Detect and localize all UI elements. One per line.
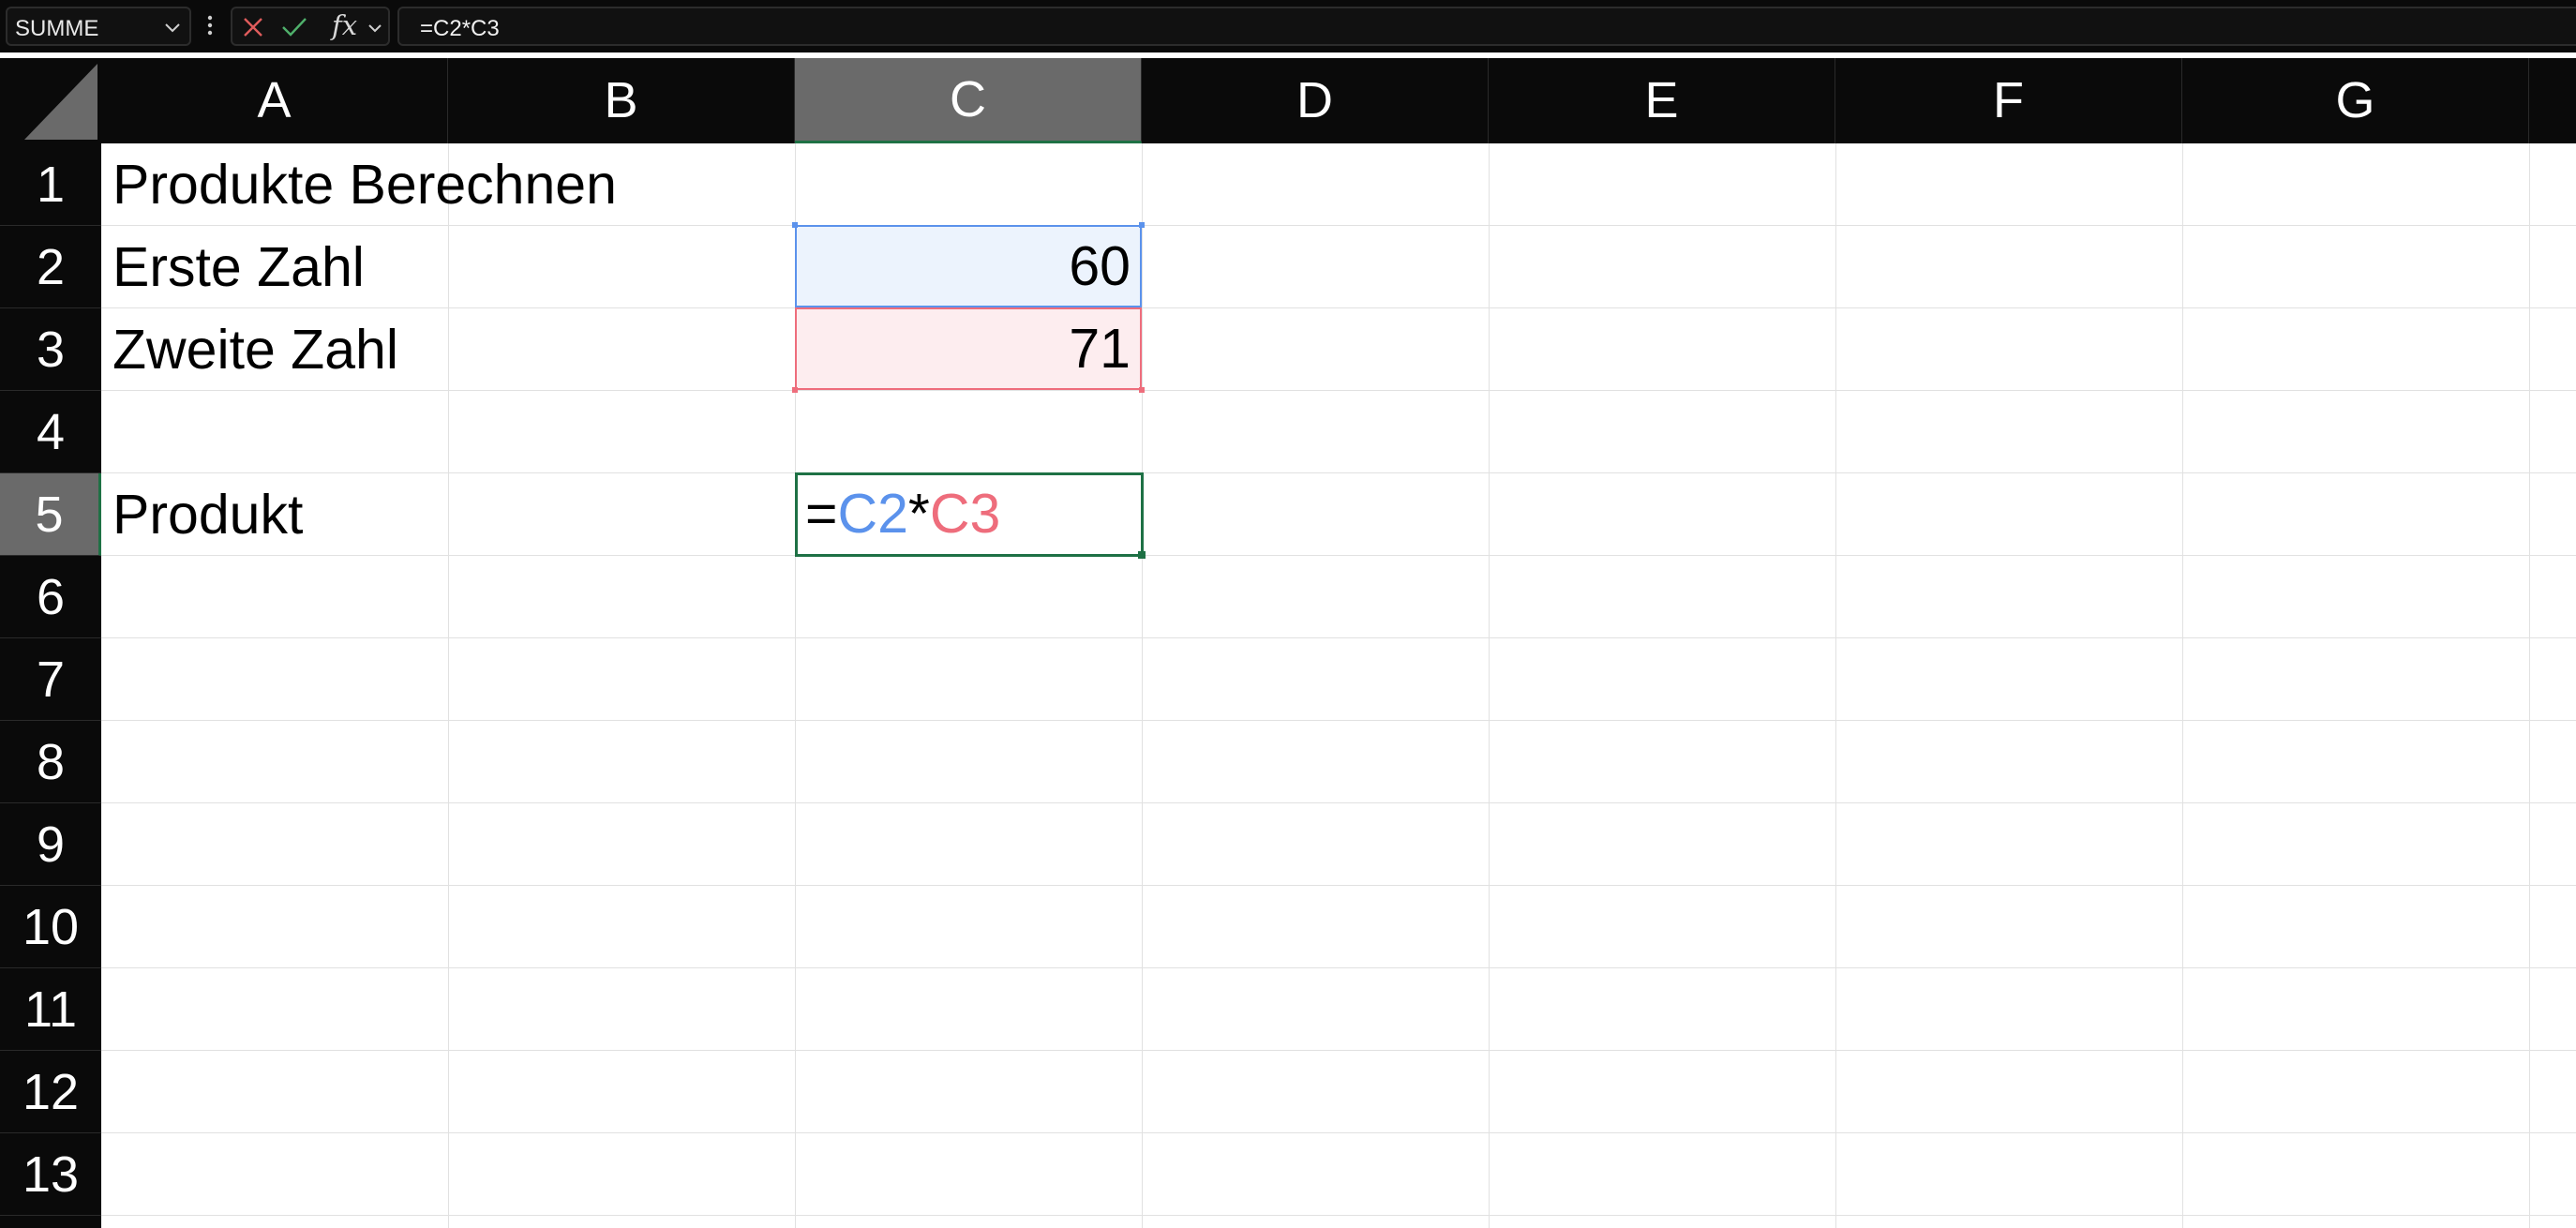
row-header-5[interactable]: 5 <box>0 473 101 556</box>
formula-operator: * <box>907 483 930 545</box>
grid-line <box>2182 143 2183 1228</box>
grid-line <box>2529 143 2530 1228</box>
cell-a5[interactable]: Produkt <box>112 473 303 556</box>
column-header-e[interactable]: E <box>1489 58 1835 143</box>
grid-line <box>101 1050 2576 1051</box>
ref-handle[interactable] <box>1139 222 1145 228</box>
grid-line <box>101 720 2576 721</box>
row-header-8[interactable]: 8 <box>0 721 101 803</box>
column-header-c[interactable]: C <box>795 58 1142 143</box>
grid-line <box>101 885 2576 886</box>
grid-line <box>1835 143 1836 1228</box>
grid-line <box>101 390 2576 391</box>
ref-handle[interactable] <box>792 387 798 393</box>
grid-line <box>1489 143 1490 1228</box>
formula-controls: fx <box>231 7 390 46</box>
confirm-check-icon[interactable] <box>281 16 307 38</box>
row-header-10[interactable]: 10 <box>0 886 101 968</box>
row-header-1[interactable]: 1 <box>0 143 101 226</box>
cell-c3[interactable]: 71 <box>795 307 1142 390</box>
row-header-11[interactable]: 11 <box>0 968 101 1051</box>
chevron-down-icon[interactable] <box>366 19 384 37</box>
grid-line <box>101 1132 2576 1133</box>
name-box-value: SUMME <box>15 16 99 41</box>
formula-equals: = <box>805 483 838 545</box>
select-all-button[interactable] <box>0 58 101 143</box>
formula-ref-c2: C2 <box>837 483 908 545</box>
formula-input[interactable]: =C2*C3 <box>397 7 2576 46</box>
cell-a3[interactable]: Zweite Zahl <box>112 308 398 391</box>
row-header-12[interactable]: 12 <box>0 1051 101 1133</box>
grid-line <box>1142 143 1143 1228</box>
cell-c5-editor[interactable]: =C2*C3 <box>795 472 1144 557</box>
cell-a2[interactable]: Erste Zahl <box>112 226 365 308</box>
more-options-icon[interactable] <box>204 11 216 39</box>
row-header-2[interactable]: 2 <box>0 226 101 308</box>
row-header-7[interactable]: 7 <box>0 638 101 721</box>
column-header-f[interactable]: F <box>1835 58 2182 143</box>
column-header-b[interactable]: B <box>448 58 795 143</box>
ref-handle[interactable] <box>792 222 798 228</box>
cancel-icon[interactable] <box>242 16 264 38</box>
grid-line <box>101 472 2576 473</box>
grid-line <box>101 1215 2576 1216</box>
row-header-bar: 1 2 3 4 5 6 7 8 9 10 11 12 13 <box>0 143 101 1228</box>
grid-line <box>101 637 2576 638</box>
grid-line <box>101 307 2576 308</box>
grid-line <box>101 802 2576 803</box>
formula-ref-c3: C3 <box>929 483 1001 545</box>
column-header-d[interactable]: D <box>1142 58 1489 143</box>
grid-line <box>101 555 2576 556</box>
fill-handle[interactable] <box>1138 551 1146 559</box>
chevron-down-icon[interactable] <box>161 16 184 38</box>
cell-c2[interactable]: 60 <box>795 225 1142 307</box>
grid-line <box>448 143 449 1228</box>
column-header-a[interactable]: A <box>101 58 448 143</box>
cell-grid[interactable]: Produkte Berechnen Erste Zahl Zweite Zah… <box>101 143 2576 1228</box>
row-header-4[interactable]: 4 <box>0 391 101 473</box>
formula-bar: SUMME fx =C2*C3 <box>0 0 2576 52</box>
ref-handle[interactable] <box>1139 387 1145 393</box>
name-box[interactable]: SUMME <box>6 7 191 46</box>
cell-a1[interactable]: Produkte Berechnen <box>112 143 617 226</box>
column-header-bar: A B C D E F G <box>0 58 2576 143</box>
column-header-g[interactable]: G <box>2182 58 2529 143</box>
grid-line <box>101 967 2576 968</box>
row-header-13[interactable]: 13 <box>0 1133 101 1216</box>
row-header-6[interactable]: 6 <box>0 556 101 638</box>
formula-text: =C2*C3 <box>420 16 500 41</box>
insert-function-button[interactable]: fx <box>332 9 357 41</box>
row-header-9[interactable]: 9 <box>0 803 101 886</box>
row-header-3[interactable]: 3 <box>0 308 101 391</box>
